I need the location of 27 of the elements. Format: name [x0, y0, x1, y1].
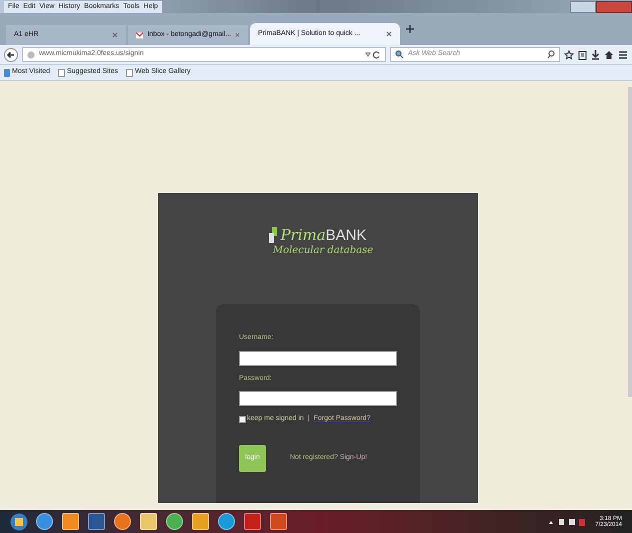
close-tab-icon[interactable] [386, 31, 392, 37]
reload-icon[interactable] [365, 50, 381, 58]
logo-icon [269, 227, 278, 243]
password-field[interactable] [239, 391, 397, 406]
page-icon [58, 68, 65, 76]
close-tab-icon[interactable] [235, 32, 240, 38]
back-icon[interactable] [4, 48, 18, 62]
mail-icon [136, 32, 144, 38]
start-icon[interactable] [10, 512, 28, 530]
home-icon[interactable] [604, 50, 614, 60]
new-tab-icon[interactable] [406, 25, 414, 33]
clipboard-icon[interactable] [578, 50, 587, 60]
menu-icon[interactable] [618, 50, 628, 60]
bookmark-folder-icon [4, 68, 10, 76]
search-engine-icon [395, 50, 404, 59]
tray-icons[interactable] [547, 516, 588, 526]
scrollbar[interactable] [628, 87, 632, 397]
username-field[interactable] [239, 350, 397, 366]
page-icon [126, 68, 133, 76]
star-icon[interactable] [564, 50, 574, 60]
brand-name: PrimaBANK [280, 228, 367, 243]
remember-checkbox[interactable] [239, 416, 246, 423]
close-button[interactable] [596, 0, 632, 12]
search-icon[interactable] [547, 50, 555, 59]
tagline: Molecular database [272, 244, 374, 258]
download-icon[interactable] [591, 50, 600, 60]
close-tab-icon[interactable] [112, 32, 118, 38]
